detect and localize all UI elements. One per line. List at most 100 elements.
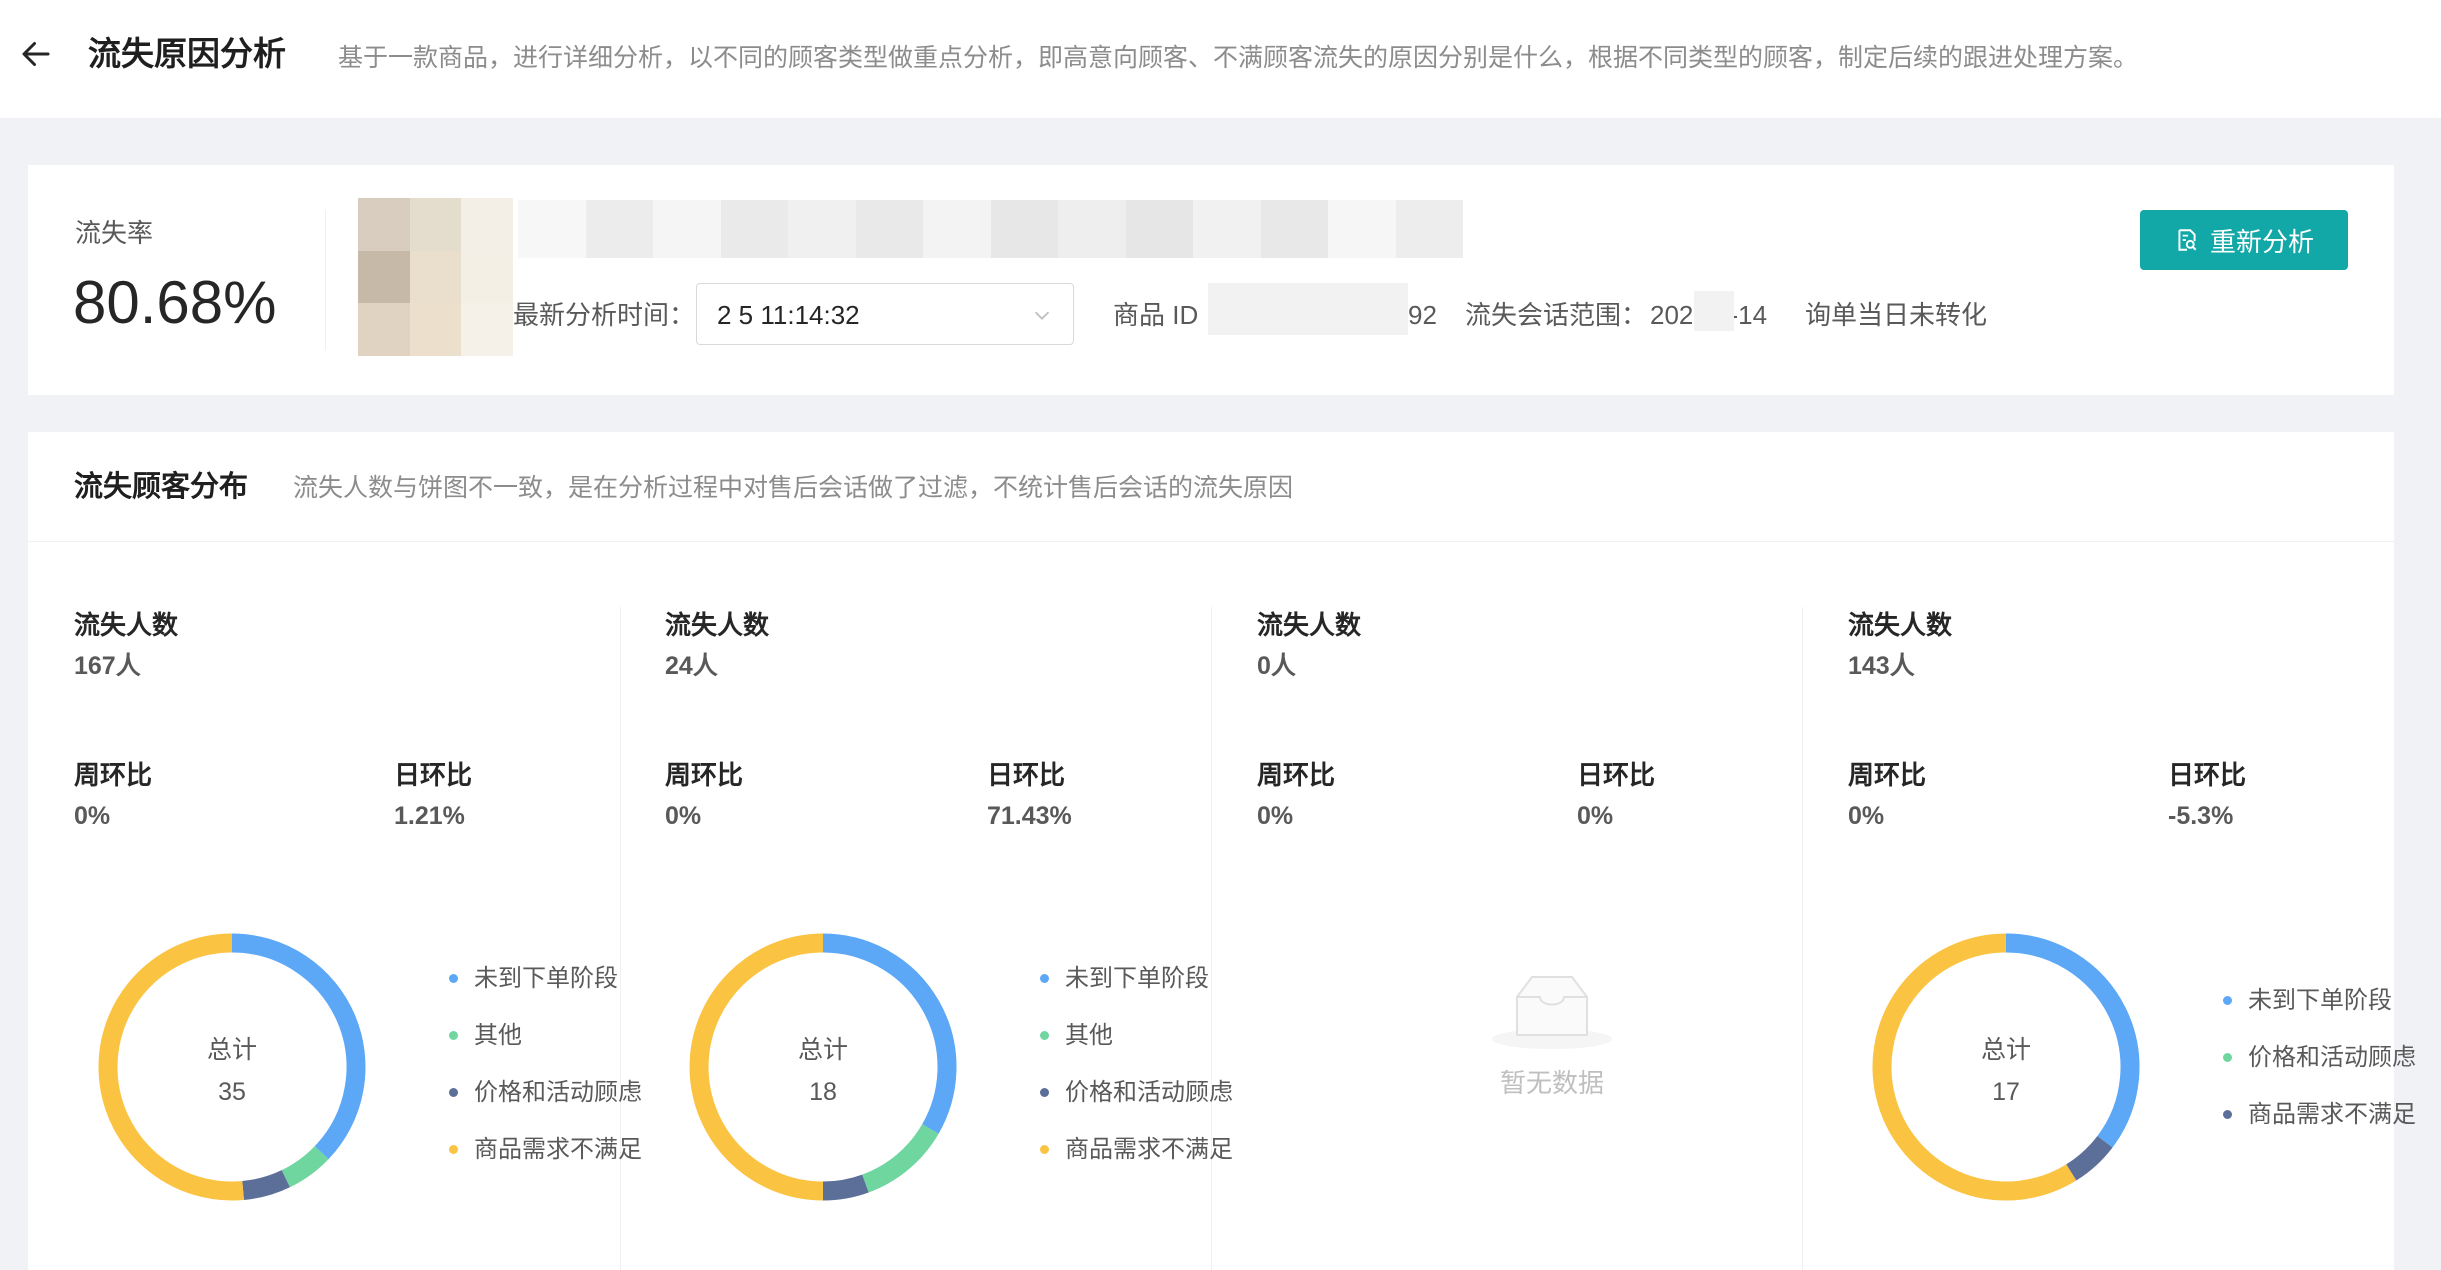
- reanalyze-button[interactable]: 重新分析: [2140, 210, 2348, 270]
- dod-value: 0%: [1577, 802, 1614, 830]
- back-arrow-icon[interactable]: [18, 36, 54, 72]
- distribution-column-3: 流失人数 0人 周环比 0% 日环比 0% 暂无数据: [1257, 607, 1849, 1270]
- churn-rate-label: 流失率: [75, 218, 154, 248]
- distribution-column-2: 流失人数 24人 周环比 0% 日环比 71.43% 总计 18 未到下单阶段 …: [665, 607, 1257, 1270]
- divider: [325, 210, 326, 350]
- legend-item[interactable]: 商品需求不满足: [449, 1118, 642, 1175]
- donut-legend: 未到下单阶段 价格和活动顾虑 商品需求不满足: [2223, 969, 2416, 1140]
- analysis-time-value: 2 5 11:14:32: [717, 300, 860, 330]
- legend-label: 未到下单阶段: [2248, 987, 2392, 1014]
- section-note: 流失人数与饼图不一致，是在分析过程中对售后会话做了过滤，不统计售后会话的流失原因: [293, 474, 1294, 502]
- donut-segment[interactable]: [822, 1174, 869, 1201]
- distribution-card: 流失顾客分布 流失人数与饼图不一致，是在分析过程中对售后会话做了过滤，不统计售后…: [28, 432, 2416, 1270]
- wow-label: 周环比: [1257, 760, 1336, 790]
- wow-label: 周环比: [74, 760, 153, 790]
- empty-text: 暂无数据: [1499, 1068, 1604, 1098]
- legend-label: 其他: [1065, 1022, 1113, 1049]
- legend-label: 其他: [474, 1022, 522, 1049]
- donut-segment[interactable]: [98, 933, 244, 1201]
- legend-item[interactable]: 未到下单阶段: [1040, 947, 1233, 1004]
- legend-label: 未到下单阶段: [1065, 965, 1209, 992]
- redacted-date: [1694, 291, 1734, 331]
- legend-item[interactable]: 其他: [449, 1004, 642, 1061]
- legend-item[interactable]: 价格和活动顾虑: [1040, 1061, 1233, 1118]
- legend-dot: [449, 1145, 458, 1154]
- legend-dot: [449, 1088, 458, 1097]
- legend-label: 商品需求不满足: [1065, 1136, 1233, 1163]
- donut-legend: 未到下单阶段 其他 价格和活动顾虑 商品需求不满足: [1040, 947, 1233, 1175]
- wow-label: 周环比: [1848, 760, 1927, 790]
- legend-item[interactable]: 未到下单阶段: [2223, 969, 2416, 1026]
- distribution-column-4: 流失人数 143人 周环比 0% 日环比 -5.3% 总计 17 未到下单阶段 …: [1848, 607, 2440, 1270]
- legend-item[interactable]: 其他: [1040, 1004, 1233, 1061]
- legend-dot: [2223, 1110, 2232, 1119]
- legend-dot: [2223, 1053, 2232, 1062]
- churn-count-value: 0人: [1257, 652, 1296, 680]
- session-range-label: 流失会话范围：: [1465, 300, 1648, 330]
- donut-total-label: 总计: [798, 1036, 848, 1064]
- page-description: 基于一款商品，进行详细分析，以不同的顾客类型做重点分析，即高意向顾客、不满顾客流…: [338, 44, 2139, 72]
- legend-label: 未到下单阶段: [474, 965, 618, 992]
- page-header: 流失原因分析 基于一款商品，进行详细分析，以不同的顾客类型做重点分析，即高意向顾…: [0, 0, 2441, 118]
- churn-count-label: 流失人数: [1257, 610, 1362, 640]
- dod-label: 日环比: [1577, 760, 1656, 790]
- distribution-column-1: 流失人数 167人 周环比 0% 日环比 1.21% 总计 35 未到下单阶段 …: [74, 607, 666, 1270]
- empty-inbox-icon: [1492, 976, 1612, 1049]
- wow-value: 0%: [74, 802, 111, 830]
- legend-item[interactable]: 商品需求不满足: [2223, 1083, 2416, 1140]
- donut-segment[interactable]: [861, 1124, 939, 1193]
- legend-label: 商品需求不满足: [474, 1136, 642, 1163]
- analysis-time-select[interactable]: 2 5 11:14:32: [696, 283, 1074, 345]
- donut-segment[interactable]: [2066, 1135, 2113, 1181]
- legend-dot: [1040, 1145, 1049, 1154]
- churn-count-label: 流失人数: [74, 610, 179, 640]
- donut-segment[interactable]: [1872, 933, 2077, 1201]
- donut-chart: 总计 17: [1872, 933, 2140, 1201]
- legend-label: 价格和活动顾虑: [2248, 1044, 2416, 1071]
- donut-legend: 未到下单阶段 其他 价格和活动顾虑 商品需求不满足: [449, 947, 642, 1175]
- donut-total-label: 总计: [1981, 1036, 2031, 1064]
- wow-value: 0%: [1257, 802, 1294, 830]
- legend-dot: [1040, 1031, 1049, 1040]
- legend-item[interactable]: 价格和活动顾虑: [2223, 1026, 2416, 1083]
- donut-total-value: 17: [1992, 1078, 2020, 1106]
- section-header: 流失顾客分布 流失人数与饼图不一致，是在分析过程中对售后会话做了过滤，不统计售后…: [28, 432, 2394, 542]
- empty-state: 暂无数据: [1452, 957, 1652, 1117]
- dod-value: -5.3%: [2168, 802, 2234, 830]
- churn-rate-value: 80.68%: [73, 269, 277, 336]
- legend-item[interactable]: 价格和活动顾虑: [449, 1061, 642, 1118]
- churn-count-value: 24人: [665, 652, 718, 680]
- product-thumbnail: [358, 198, 513, 356]
- donut-segment[interactable]: [281, 1145, 329, 1188]
- latest-time-label: 最新分析时间：: [513, 300, 696, 330]
- dod-label: 日环比: [2168, 760, 2247, 790]
- legend-item[interactable]: 商品需求不满足: [1040, 1118, 1233, 1175]
- donut-segment[interactable]: [689, 933, 824, 1201]
- redacted-product-id: [1208, 283, 1408, 335]
- wow-value: 0%: [1848, 802, 1885, 830]
- summary-card: 流失率 80.68% 最新分析时间： 2 5 11:14:32 商品 ID 92…: [28, 165, 2394, 395]
- legend-dot: [1040, 1088, 1049, 1097]
- churn-count-label: 流失人数: [665, 610, 770, 640]
- product-id-value: 92: [1408, 300, 1437, 330]
- donut-segment[interactable]: [241, 1170, 290, 1200]
- legend-dot: [2223, 996, 2232, 1005]
- document-search-icon: [2178, 229, 2197, 251]
- section-title: 流失顾客分布: [74, 471, 249, 503]
- wow-label: 周环比: [665, 760, 744, 790]
- donut-total-value: 35: [218, 1078, 246, 1106]
- dod-label: 日环比: [987, 760, 1066, 790]
- legend-dot: [449, 1031, 458, 1040]
- dod-label: 日环比: [394, 760, 473, 790]
- churn-count-value: 167人: [74, 652, 141, 680]
- donut-total-value: 18: [809, 1078, 837, 1106]
- legend-label: 价格和活动顾虑: [474, 1079, 642, 1106]
- dod-value: 1.21%: [394, 802, 465, 830]
- redacted-product-name: [518, 200, 1463, 258]
- wow-value: 0%: [665, 802, 702, 830]
- donut-chart: 总计 35: [98, 933, 366, 1201]
- chevron-down-icon: [1034, 311, 1050, 320]
- donut-chart: 总计 18: [689, 933, 957, 1201]
- churn-count-label: 流失人数: [1848, 610, 1953, 640]
- legend-item[interactable]: 未到下单阶段: [449, 947, 642, 1004]
